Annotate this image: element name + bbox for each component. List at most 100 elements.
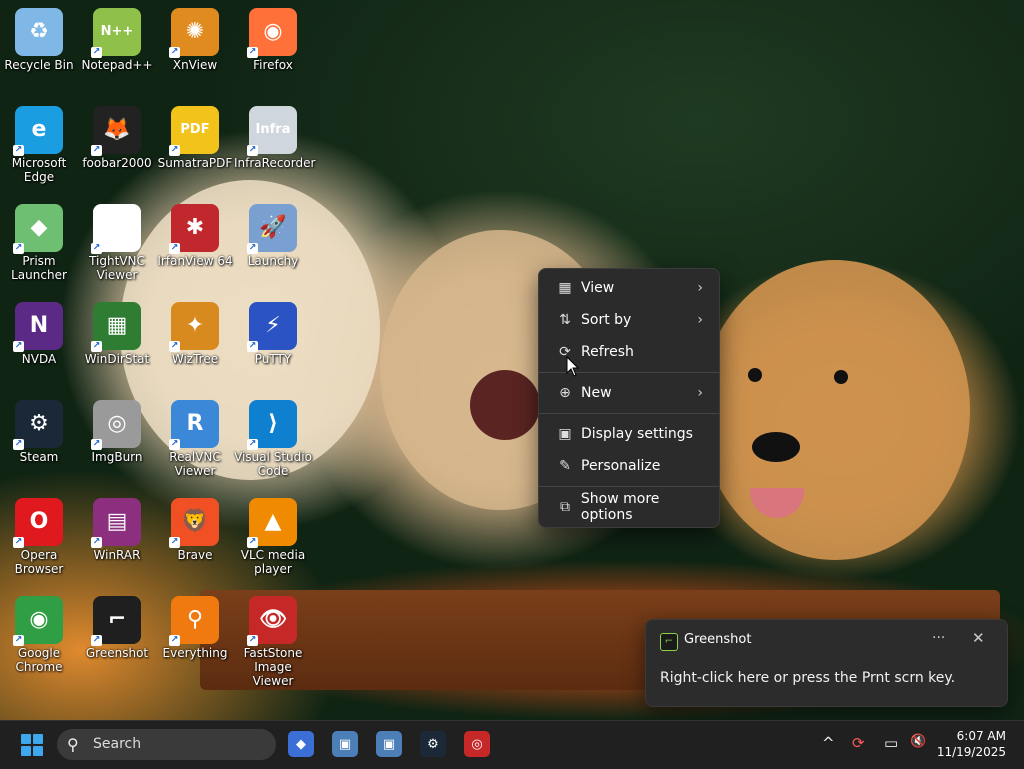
desktop-icon-label: RealVNC Viewer (169, 450, 221, 478)
puppy-eye (834, 370, 848, 384)
shortcut-arrow-icon: ↗ (91, 439, 102, 450)
mouse-cursor-icon (566, 356, 580, 377)
desktop-icon[interactable]: 🚀 ↗ Launchy (234, 204, 312, 268)
wiztree-icon: ✦ ↗ (169, 302, 219, 352)
shortcut-arrow-icon: ↗ (169, 243, 180, 254)
desktop-icon-label: Visual Studio Code (234, 450, 312, 478)
notification-more-button[interactable]: ··· (932, 630, 945, 646)
taskbar-search-box[interactable]: ⚲ Search (57, 729, 276, 760)
desktop-icon[interactable]: 🦁 ↗ Brave (156, 498, 234, 562)
chrome-icon: ◉ ↗ (13, 596, 63, 646)
shortcut-arrow-icon: ↗ (91, 145, 102, 156)
desktop-icon[interactable]: N ↗ NVDA (0, 302, 78, 366)
desktop-icon-label: IrfanView 64 (157, 254, 233, 268)
desktop-icon[interactable]: O ↗ Opera Browser (0, 498, 78, 576)
steam-icon: ⚙ ↗ (13, 400, 63, 450)
lifebuoy-taskbar-icon[interactable]: ◎ (464, 731, 490, 757)
greenshot-notification[interactable]: ⌐ Greenshot ··· ✕ Right-click here or pr… (645, 619, 1008, 707)
shortcut-arrow-icon: ↗ (247, 243, 258, 254)
shortcut-arrow-icon: ↗ (247, 341, 258, 352)
steam-taskbar-icon[interactable]: ⚙ (420, 731, 446, 757)
shortcut-arrow-icon: ↗ (13, 341, 24, 352)
desktop-wallpaper[interactable]: ♻ Recycle Bin N++ ↗ Notepad++ ✺ ↗ XnView ◉ ↗ Firef… (0, 0, 1024, 720)
irfanview-icon: ✱ ↗ (169, 204, 219, 254)
desktop-icon[interactable]: R ↗ RealVNC Viewer (156, 400, 234, 478)
context-menu-item-sort-by[interactable]: ⇅ Sort by › (543, 305, 715, 335)
volume-muted-icon[interactable]: 🔇 (910, 734, 926, 749)
desktop-icon[interactable]: ◆ ↗ Prism Launcher (0, 204, 78, 282)
clock-date: 11/19/2025 (936, 745, 1006, 759)
desktop-icon[interactable]: ▤ ↗ WinRAR (78, 498, 156, 562)
context-menu-item-label: Sort by (581, 312, 632, 328)
desktop-icon[interactable]: ⚡ ↗ PuTTY (234, 302, 312, 366)
shortcut-arrow-icon: ↗ (13, 635, 24, 646)
shortcut-arrow-icon: ↗ (247, 145, 258, 156)
search-label: Search (93, 736, 142, 752)
desktop-icon[interactable]: ⌐ ↗ Greenshot (78, 596, 156, 660)
context-menu-item-new[interactable]: ⊕ New › (543, 378, 715, 408)
shortcut-arrow-icon: ↗ (13, 145, 24, 156)
context-menu-item-label: Personalize (581, 458, 661, 474)
shortcut-arrow-icon: ↗ (247, 537, 258, 548)
context-menu-item-personalize[interactable]: ✎ Personalize (543, 451, 715, 481)
desktop-icon[interactable]: Infra ↗ InfraRecorder (234, 106, 316, 170)
network-icon[interactable]: ▭ (884, 734, 898, 752)
desktop-icon-label: Opera Browser (14, 548, 64, 576)
shortcut-arrow-icon: ↗ (13, 537, 24, 548)
desktop-icon[interactable]: N++ ↗ Notepad++ (78, 8, 156, 72)
desktop-icon-label: TightVNC Viewer (89, 254, 145, 282)
start-button[interactable] (21, 734, 43, 756)
desktop-icon[interactable]: ◉ ↗ Firefox (234, 8, 312, 72)
display-settings-icon: ▣ (558, 426, 572, 442)
context-menu-item-label: Show more options (580, 491, 660, 523)
show-hidden-icons-chevron-icon[interactable]: ^ (822, 734, 835, 752)
desktop-icon[interactable]: 🦊 ↗ foobar2000 (78, 106, 156, 170)
putty-icon: ⚡ ↗ (247, 302, 297, 352)
tightvnc-taskbar-icon[interactable]: ▣ (332, 731, 358, 757)
desktop-icon[interactable]: ♻ Recycle Bin (0, 8, 78, 72)
sync-status-icon[interactable]: ⟳ (852, 734, 865, 752)
tightvnc-icon: VNC ↗ (91, 204, 141, 254)
view-grid-icon: ▦ (558, 280, 572, 296)
prism-launcher-taskbar-icon[interactable]: ◆ (288, 731, 314, 757)
nvda-icon: N ↗ (13, 302, 63, 352)
context-menu-item-display-settings[interactable]: ▣ Display settings (543, 419, 715, 449)
context-menu-item-view[interactable]: ▦ View › (543, 273, 715, 303)
context-menu-separator (539, 413, 719, 414)
prism-launcher-icon: ◆ ↗ (13, 204, 63, 254)
desktop-icon[interactable]: ✱ ↗ IrfanView 64 (156, 204, 234, 268)
shortcut-arrow-icon: ↗ (247, 635, 258, 646)
opera-icon: O ↗ (13, 498, 63, 548)
desktop-icon[interactable]: VNC ↗ TightVNC Viewer (78, 204, 156, 282)
windirstat-icon: ▦ ↗ (91, 302, 141, 352)
desktop-icon[interactable]: ▲ ↗ VLC media player (234, 498, 312, 576)
faststone-icon: 👁 ↗ (247, 596, 297, 646)
vlc-icon: ▲ ↗ (247, 498, 297, 548)
desktop-icon[interactable]: PDF ↗ SumatraPDF (156, 106, 234, 170)
desktop-icon[interactable]: ✺ ↗ XnView (156, 8, 234, 72)
desktop-icon[interactable]: ⟩ ↗ Visual Studio Code (234, 400, 312, 478)
foobar2000-icon: 🦊 ↗ (91, 106, 141, 156)
desktop-icon[interactable]: ◉ ↗ Google Chrome (0, 596, 78, 674)
desktop-icon[interactable]: ▦ ↗ WinDirStat (78, 302, 156, 366)
desktop-icon-label: InfraRecorder (234, 156, 316, 170)
desktop-icon[interactable]: ◎ ↗ ImgBurn (78, 400, 156, 464)
notification-close-button[interactable]: ✕ (972, 629, 985, 647)
puppy-nose (752, 432, 800, 462)
desktop-icon[interactable]: ⚙ ↗ Steam (0, 400, 78, 464)
context-menu-item-show-more-options[interactable]: ⧉ Show more options (543, 491, 715, 523)
realvnc-icon: R ↗ (169, 400, 219, 450)
desktop-icon[interactable]: ⚲ ↗ Everything (156, 596, 234, 660)
realvnc-taskbar-icon[interactable]: ▣ (376, 731, 402, 757)
desktop-icon[interactable]: e ↗ Microsoft Edge (0, 106, 78, 184)
desktop-icon[interactable]: ✦ ↗ WizTree (156, 302, 234, 366)
shortcut-arrow-icon: ↗ (13, 439, 24, 450)
puppy-right (700, 260, 970, 560)
chevron-right-icon: › (697, 280, 703, 296)
system-clock[interactable]: 6:07 AM 11/19/2025 (937, 728, 1006, 760)
desktop-icon-label: Everything (162, 646, 228, 660)
sumatrapdf-icon: PDF ↗ (169, 106, 219, 156)
desktop-icon-label: Brave (177, 548, 213, 562)
desktop-icon-label: Greenshot (85, 646, 149, 660)
desktop-icon[interactable]: 👁 ↗ FastStone Image Viewer (234, 596, 312, 688)
